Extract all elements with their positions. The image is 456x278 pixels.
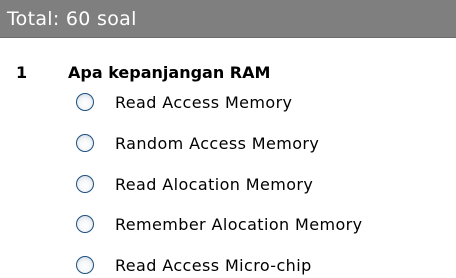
answer-option-label[interactable]: Read Access Micro-chip bbox=[115, 256, 312, 275]
header-bar: Total: 60 soal bbox=[0, 0, 456, 38]
answer-option-5[interactable]: Read Access Micro-chip bbox=[76, 253, 312, 277]
radio-button-icon[interactable] bbox=[76, 215, 94, 233]
answer-option-1[interactable]: Read Access Memory bbox=[76, 90, 292, 114]
answer-option-2[interactable]: Random Access Memory bbox=[76, 131, 319, 155]
answer-option-label[interactable]: Read Access Memory bbox=[115, 93, 292, 112]
radio-button-icon[interactable] bbox=[76, 256, 94, 274]
quiz-panel: Total: 60 soal 1 Apa kepanjangan RAM Rea… bbox=[0, 0, 456, 278]
answer-option-label[interactable]: Remember Alocation Memory bbox=[115, 215, 363, 234]
question-number: 1 bbox=[16, 63, 28, 82]
answer-option-4[interactable]: Remember Alocation Memory bbox=[76, 212, 363, 236]
question-text: Apa kepanjangan RAM bbox=[68, 63, 271, 82]
radio-button-icon[interactable] bbox=[76, 93, 94, 111]
radio-button-icon[interactable] bbox=[76, 134, 94, 152]
radio-button-icon[interactable] bbox=[76, 175, 94, 193]
total-questions-label: Total: 60 soal bbox=[7, 8, 137, 30]
answer-option-label[interactable]: Random Access Memory bbox=[115, 134, 319, 153]
answer-option-3[interactable]: Read Alocation Memory bbox=[76, 172, 313, 196]
answer-option-label[interactable]: Read Alocation Memory bbox=[115, 175, 313, 194]
